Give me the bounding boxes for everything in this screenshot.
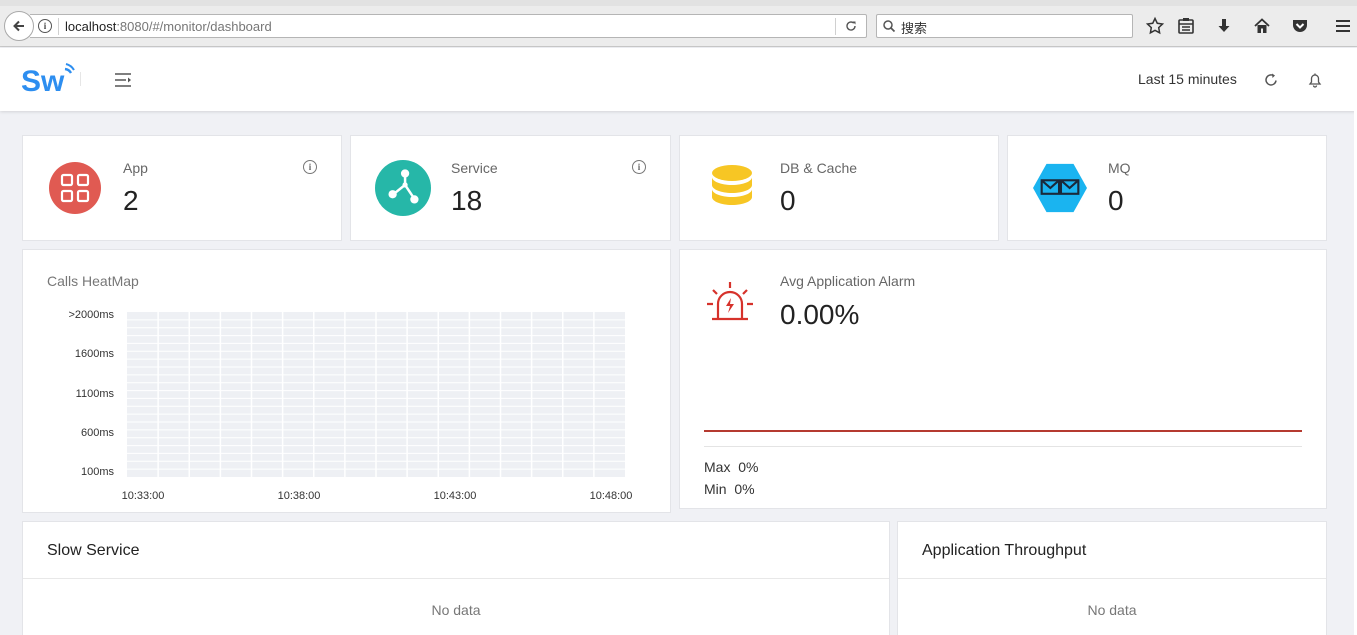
- stat-card-mq[interactable]: MQ 0: [1007, 135, 1327, 241]
- arrow-left-icon: [13, 20, 24, 32]
- x-axis-label: 10:33:00: [121, 490, 165, 502]
- logo-divider: [80, 72, 81, 86]
- search-icon: [883, 20, 896, 33]
- pocket-icon[interactable]: [1290, 16, 1310, 36]
- panel-title: Slow Service: [47, 542, 140, 559]
- heatmap-grid[interactable]: [127, 312, 625, 477]
- x-axis-label: 10:43:00: [433, 490, 477, 502]
- y-axis-label: 600ms: [80, 427, 114, 439]
- alarm-label: Avg Application Alarm: [780, 273, 916, 289]
- hamburger-menu-icon[interactable]: [1333, 16, 1353, 36]
- app-grid-icon: [49, 162, 101, 214]
- stat-label: DB & Cache: [780, 160, 858, 176]
- reading-list-icon[interactable]: [1176, 16, 1196, 36]
- panel-title: Calls HeatMap: [47, 273, 139, 289]
- info-icon[interactable]: i: [632, 160, 646, 174]
- x-axis-label: 10:48:00: [589, 490, 633, 502]
- info-icon[interactable]: i: [303, 160, 317, 174]
- stat-value: 18: [451, 185, 483, 216]
- bookmark-star-icon[interactable]: [1145, 16, 1165, 36]
- empty-state: No data: [1087, 602, 1137, 618]
- url-host: localhost: [65, 19, 117, 34]
- avg-application-alarm-panel: Avg Application Alarm 0.00% Max 0% Min 0…: [679, 249, 1327, 509]
- panel-divider: [23, 578, 889, 579]
- mq-envelope-icon: [1033, 163, 1087, 213]
- stat-label: App: [123, 160, 148, 176]
- y-axis-label: 100ms: [80, 466, 114, 478]
- skywalking-logo-icon[interactable]: Sw: [21, 61, 77, 97]
- min-label: Min: [704, 481, 727, 497]
- reload-icon[interactable]: [844, 19, 858, 33]
- urlbar-divider: [58, 18, 59, 35]
- home-icon[interactable]: [1252, 16, 1272, 36]
- stat-card-app[interactable]: App 2 i: [22, 135, 342, 241]
- app-header: Sw Last 15 minutes: [0, 48, 1357, 111]
- bell-icon[interactable]: [1307, 72, 1323, 88]
- browser-search-input[interactable]: 搜索: [876, 14, 1133, 38]
- x-axis-label: 10:38:00: [277, 490, 321, 502]
- url-text[interactable]: localhost:8080/#/monitor/dashboard: [65, 19, 272, 34]
- svg-text:Sw: Sw: [21, 65, 65, 97]
- menu-toggle-icon[interactable]: [114, 72, 132, 88]
- stat-value: 0: [1108, 185, 1124, 216]
- alarm-min: Min 0%: [704, 481, 755, 497]
- panel-divider: [898, 578, 1326, 579]
- application-throughput-panel: Application Throughput No data: [897, 521, 1327, 635]
- stat-card-service[interactable]: Service 18 i: [350, 135, 671, 241]
- panel-title: Application Throughput: [922, 542, 1087, 559]
- y-axis-label: >2000ms: [68, 309, 114, 321]
- alarm-chart-axis: [704, 446, 1302, 447]
- max-label: Max: [704, 459, 731, 475]
- slow-service-panel: Slow Service No data: [22, 521, 890, 635]
- browser-toolbar: i localhost:8080/#/monitor/dashboard 搜索: [0, 0, 1357, 47]
- urlbar-divider-right: [835, 18, 836, 35]
- database-icon: [712, 165, 752, 205]
- y-axis-label: 1600ms: [74, 348, 114, 360]
- max-value: 0%: [738, 459, 759, 475]
- min-value: 0%: [734, 481, 755, 497]
- site-info-icon[interactable]: i: [38, 19, 52, 33]
- alarm-value: 0.00%: [780, 299, 860, 330]
- download-icon[interactable]: [1214, 16, 1234, 36]
- time-range-selector[interactable]: Last 15 minutes: [1138, 71, 1237, 87]
- search-placeholder: 搜索: [901, 22, 928, 37]
- empty-state: No data: [431, 602, 481, 618]
- url-path: :8080/#/monitor/dashboard: [116, 19, 272, 34]
- alarm-siren-icon: [707, 282, 753, 321]
- stat-value: 0: [780, 185, 796, 216]
- tab-strip: [0, 0, 1357, 6]
- calls-heatmap-panel: Calls HeatMap >2000ms 1600ms 1100ms 600m…: [22, 249, 671, 513]
- stat-card-db-cache[interactable]: DB & Cache 0: [679, 135, 999, 241]
- service-share-icon: [375, 160, 431, 216]
- stat-label: MQ: [1108, 160, 1131, 176]
- address-bar[interactable]: i localhost:8080/#/monitor/dashboard: [30, 14, 867, 38]
- stat-label: Service: [451, 160, 498, 176]
- refresh-icon[interactable]: [1263, 72, 1279, 88]
- back-button[interactable]: [4, 11, 34, 41]
- alarm-max: Max 0%: [704, 459, 758, 475]
- y-axis-label: 1100ms: [75, 388, 114, 400]
- stat-value: 2: [123, 185, 139, 216]
- alarm-trend-line: [704, 430, 1302, 432]
